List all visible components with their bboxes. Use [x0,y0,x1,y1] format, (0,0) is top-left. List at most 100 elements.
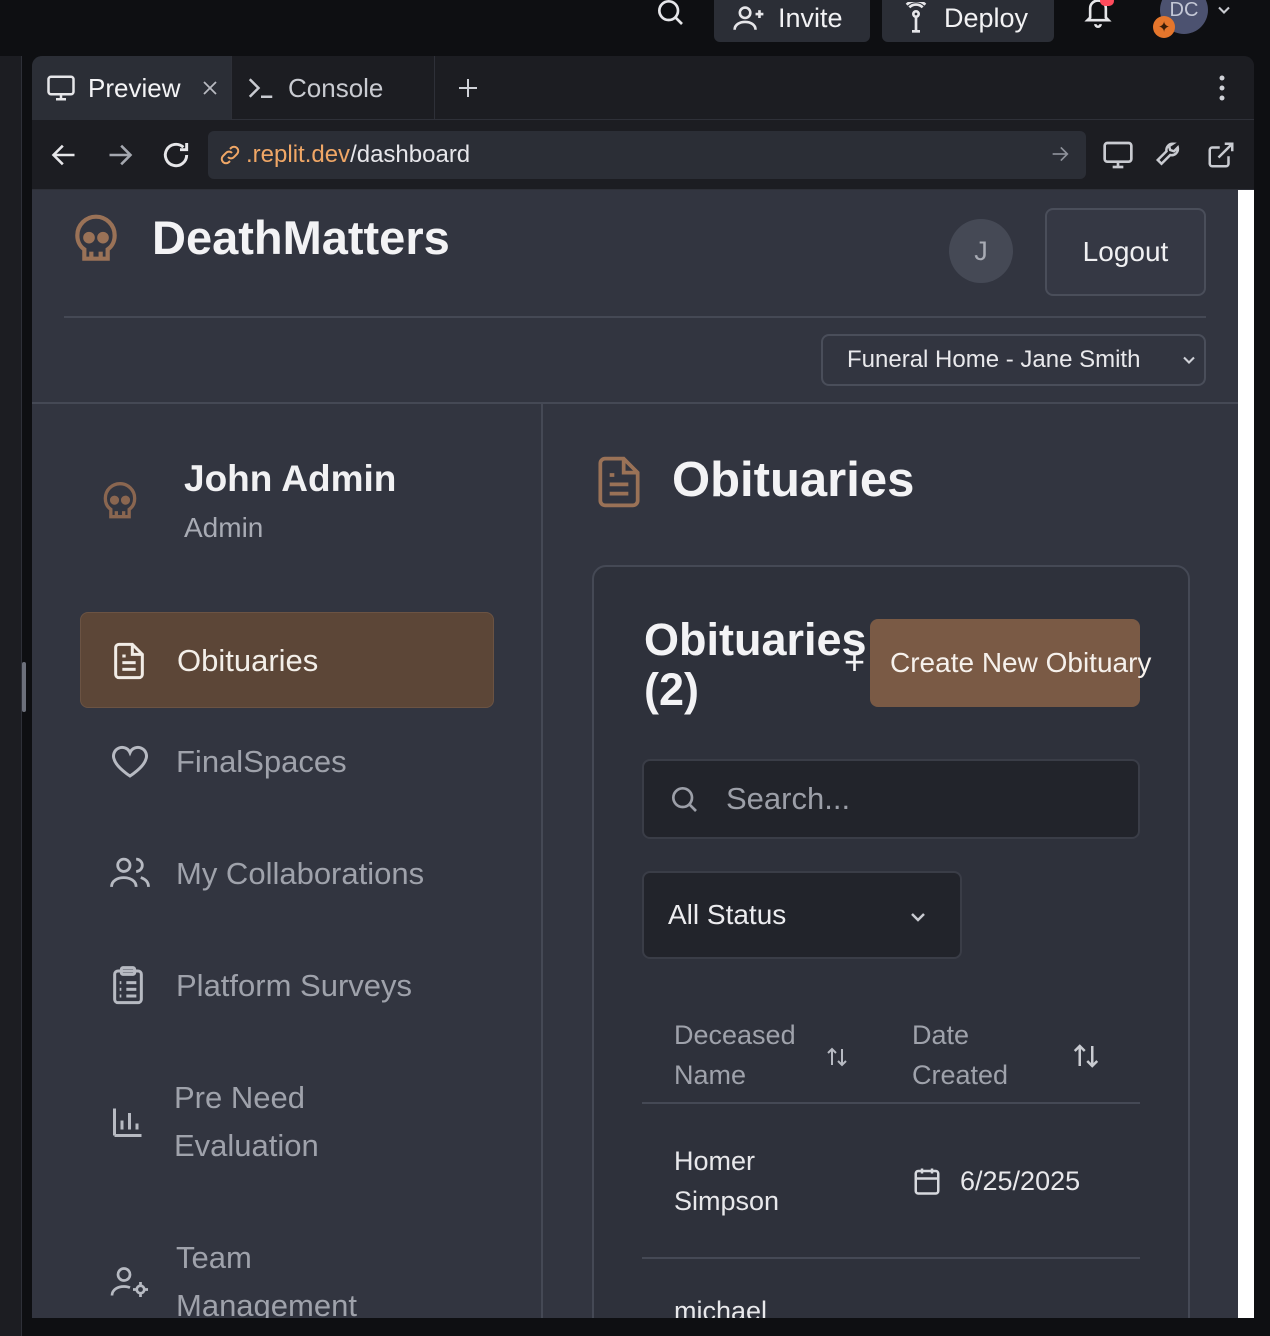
name-line1: michael [674,1296,768,1318]
column-header-deceased-name[interactable]: Deceased Name [674,1015,796,1095]
external-link-icon[interactable] [1206,140,1236,170]
sidebar: John Admin Admin Obituaries FinalSpaces … [32,404,543,1318]
avatar[interactable]: J [949,219,1013,283]
users-icon [110,854,150,892]
tab-console[interactable]: Console [232,56,435,120]
back-arrow-icon[interactable] [50,142,78,168]
url-path: /dashboard [350,141,471,168]
header-divider [64,316,1206,318]
bar-chart-icon [110,1104,146,1140]
monitor-icon [46,74,76,102]
sidebar-item-label-line1: Pre Need [174,1080,305,1115]
link-icon [218,143,242,167]
name-line2: Simpson [674,1186,780,1216]
status-filter-select[interactable]: All Status [642,871,962,959]
app-viewport: DeathMatters J Logout Funeral Home - Jan… [32,190,1238,1318]
chevron-down-icon[interactable] [1214,0,1234,20]
preview-window: Preview Console .replit.dev /dashboard D… [32,56,1254,1318]
obituaries-card: Obituaries (2) + Create New Obituary Sea… [592,565,1190,1318]
sidebar-item-label-line1: Team [176,1240,252,1275]
document-icon [111,641,147,681]
user-plus-icon [732,2,766,34]
clipboard-list-icon [110,966,146,1006]
column-header-line1: Deceased [674,1020,796,1050]
skull-logo-icon [68,212,124,268]
sidebar-item-finalspaces[interactable]: FinalSpaces [80,738,494,786]
left-panel-edge [0,56,26,1336]
device-icon[interactable] [1102,140,1134,170]
sidebar-item-pre-need-evaluation[interactable]: Pre Need Evaluation [80,1074,494,1170]
deploy-icon [900,2,932,34]
date-created-cell: 6/25/2025 [960,1166,1081,1196]
scrollbar[interactable] [1238,190,1254,1318]
search-icon[interactable] [654,0,686,28]
user-name: John Admin [184,458,397,499]
create-button-label: Create New Obituary [890,647,1152,678]
organization-select[interactable]: Funeral Home - Jane Smith [821,334,1206,386]
user-cog-icon [110,1264,150,1300]
sidebar-item-label-line2: Management [176,1288,357,1318]
app-brand[interactable]: DeathMatters [152,210,450,265]
search-input[interactable]: Search... [642,759,1140,839]
sidebar-item-my-collaborations[interactable]: My Collaborations [80,850,494,898]
heart-icon [110,742,150,780]
column-header-date-created[interactable]: Date Created [912,1015,1008,1095]
chevron-down-icon [906,905,930,929]
forward-arrow-icon[interactable] [106,142,134,168]
name-line1: Homer [674,1146,756,1176]
wrench-icon[interactable] [1154,140,1184,170]
logout-button[interactable]: Logout [1045,208,1206,296]
document-icon [594,454,644,510]
search-placeholder: Search... [726,781,851,816]
panel-resize-handle[interactable] [22,662,26,712]
app-header: DeathMatters J Logout Funeral Home - Jan… [32,190,1238,404]
sidebar-item-label: FinalSpaces [176,744,347,779]
sidebar-item-platform-surveys[interactable]: Platform Surveys [80,962,494,1010]
skull-avatar-icon [98,480,142,524]
tab-label: Console [288,72,384,103]
sidebar-item-team-management[interactable]: Team Management [80,1234,494,1318]
go-arrow-icon[interactable] [1050,145,1070,163]
status-filter-value: All Status [668,899,787,930]
sidebar-item-label: Obituaries [177,643,319,678]
column-header-line2: Name [674,1060,747,1090]
create-new-obituary-button[interactable]: + Create New Obituary [844,619,1151,707]
card-title-count: (2) [644,664,699,715]
card-title: Obituaries (2) [644,615,874,715]
invite-label: Invite [778,2,843,33]
sidebar-item-label: My Collaborations [176,856,425,891]
deceased-name-cell: michael [674,1291,767,1318]
sort-icon[interactable] [826,1045,848,1069]
tab-bar: Preview Console [32,56,1254,120]
column-header-line1: Date [912,1020,970,1050]
sort-icon[interactable] [1072,1041,1100,1071]
page-title: Obituaries [672,453,915,507]
row-divider [642,1257,1140,1259]
kebab-menu-icon[interactable] [1212,74,1232,102]
deploy-label: Deploy [944,2,1029,33]
tab-label: Preview [88,72,181,103]
table-header-divider [642,1102,1140,1104]
card-title-line1: Obituaries [644,614,867,665]
sidebar-item-obituaries[interactable]: Obituaries [80,612,494,708]
terminal-icon [246,75,276,101]
search-icon [668,783,700,815]
invite-button[interactable]: Invite [714,0,870,42]
url-domain: .replit.dev [246,141,351,168]
user-initials: DC [1169,0,1199,21]
organization-select-value: Funeral Home - Jane Smith [847,346,1141,373]
url-bar-row: .replit.dev/dashboard [32,120,1254,190]
new-tab-plus-icon[interactable] [456,76,480,100]
url-field[interactable]: .replit.dev/dashboard [208,131,1086,179]
sidebar-item-label-line2: Evaluation [174,1128,319,1163]
column-header-line2: Created [912,1060,1009,1090]
user-role: Admin [184,512,264,543]
sidebar-item-label: Platform Surveys [176,968,413,1003]
deceased-name-cell: Homer Simpson [674,1141,779,1221]
reload-icon[interactable] [160,139,192,171]
tab-preview[interactable]: Preview [32,56,232,120]
close-icon[interactable] [202,80,218,96]
deploy-button[interactable]: Deploy [882,0,1054,42]
top-bar: Invite Deploy DC ✦ [0,0,1270,56]
calendar-icon [912,1165,942,1197]
